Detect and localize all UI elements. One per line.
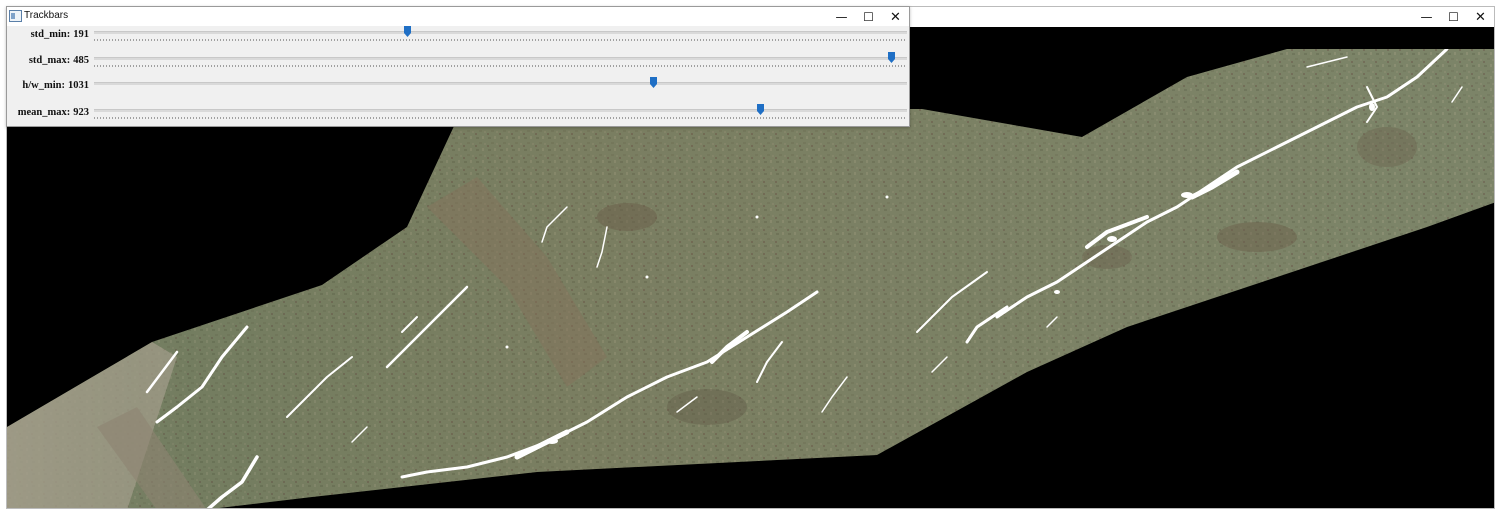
image-window-maximize-button[interactable]: ☐ bbox=[1440, 7, 1467, 27]
trackbars-close-button[interactable]: ✕ bbox=[882, 7, 909, 27]
trackbar-value: 1031 bbox=[68, 80, 89, 91]
slider-ticks bbox=[94, 117, 907, 119]
trackbar-value: 191 bbox=[73, 29, 89, 40]
slider-thumb[interactable] bbox=[756, 104, 764, 115]
slider-track[interactable] bbox=[94, 82, 907, 85]
trackbar-name: h/w_min: bbox=[22, 80, 65, 91]
trackbars-window-title: Trackbars bbox=[24, 10, 69, 21]
trackbar-std-min: std_min: 191 bbox=[7, 26, 909, 53]
slider-track[interactable] bbox=[94, 31, 907, 34]
image-window-minimize-button[interactable]: — bbox=[1413, 7, 1440, 27]
trackbar-std-max: std_max: 485 bbox=[7, 52, 909, 79]
slider-track[interactable] bbox=[94, 57, 907, 60]
window-app-icon bbox=[9, 10, 22, 22]
trackbar-name: std_min: bbox=[30, 29, 71, 40]
slider-ticks bbox=[94, 39, 907, 41]
image-window-close-button[interactable]: ✕ bbox=[1467, 7, 1494, 27]
slider-ticks bbox=[94, 65, 907, 67]
trackbar-hw-min: h/w_min: 1031 bbox=[7, 77, 909, 104]
slider-track[interactable] bbox=[94, 109, 907, 112]
trackbars-maximize-button[interactable]: ☐ bbox=[855, 7, 882, 27]
slider-thumb[interactable] bbox=[650, 77, 658, 88]
slider-thumb[interactable] bbox=[403, 26, 411, 37]
trackbar-value: 923 bbox=[73, 107, 89, 118]
trackbar-name: mean_max: bbox=[17, 107, 71, 118]
trackbars-window: Trackbars — ☐ ✕ std_min: 191 std_max: 48… bbox=[6, 6, 910, 127]
trackbars-window-titlebar[interactable]: Trackbars — ☐ ✕ bbox=[7, 7, 909, 26]
trackbar-label: mean_max: 923 bbox=[18, 107, 89, 121]
trackbar-label: std_max: 485 bbox=[29, 55, 89, 69]
trackbar-name: std_max: bbox=[28, 55, 71, 66]
slider-thumb[interactable] bbox=[887, 52, 895, 63]
trackbars-minimize-button[interactable]: — bbox=[828, 7, 855, 27]
trackbar-label: h/w_min: 1031 bbox=[22, 80, 89, 94]
trackbar-value: 485 bbox=[73, 55, 89, 66]
trackbar-mean-max: mean_max: 923 bbox=[7, 104, 909, 131]
trackbar-label: std_min: 191 bbox=[31, 29, 89, 43]
